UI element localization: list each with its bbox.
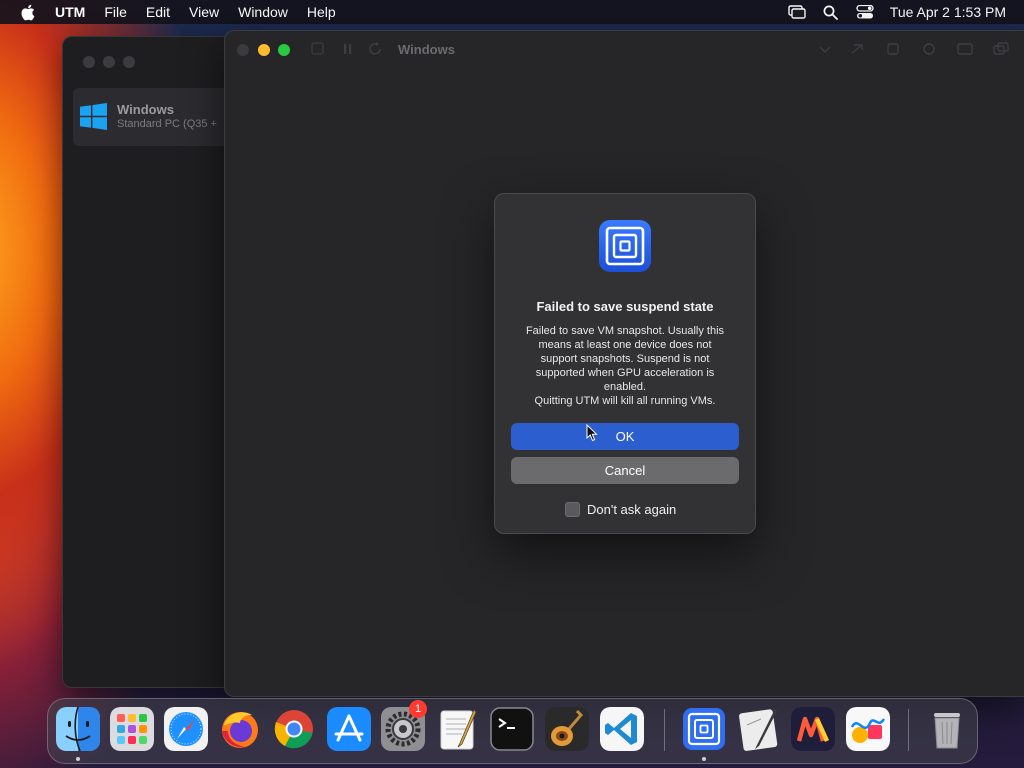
resize-display-icon[interactable] bbox=[957, 42, 973, 56]
cancel-button[interactable]: Cancel bbox=[511, 457, 739, 484]
window-title: Windows bbox=[398, 42, 455, 57]
minimize-button[interactable] bbox=[103, 56, 115, 68]
terminal-icon[interactable] bbox=[490, 707, 534, 751]
safari-icon[interactable] bbox=[164, 707, 208, 751]
windows-list-icon[interactable] bbox=[993, 42, 1009, 56]
trash-icon[interactable] bbox=[925, 707, 969, 751]
mouse-cursor-icon bbox=[586, 424, 598, 442]
dont-ask-again-label: Don't ask again bbox=[587, 502, 677, 517]
screen-mirroring-icon[interactable] bbox=[786, 0, 808, 24]
dont-ask-again-option[interactable]: Don't ask again bbox=[565, 502, 676, 517]
textedit-icon[interactable] bbox=[436, 707, 480, 751]
spotlight-search-icon[interactable] bbox=[820, 0, 842, 24]
vm-list-item[interactable]: Windows Standard PC (Q35 + bbox=[73, 88, 233, 146]
dialog-message-line: means at least one device does not bbox=[538, 339, 712, 351]
running-indicator bbox=[702, 757, 706, 761]
windows-logo-icon bbox=[80, 103, 107, 130]
firefox-icon[interactable] bbox=[218, 707, 262, 751]
launchpad-icon[interactable] bbox=[110, 707, 154, 751]
alert-dialog: Failed to save suspend state Failed to s… bbox=[494, 193, 756, 534]
notification-badge: 1 bbox=[409, 700, 427, 718]
script-editor-icon[interactable] bbox=[737, 707, 781, 751]
menu-file[interactable]: File bbox=[104, 4, 127, 20]
menu-clock[interactable]: Tue Apr 2 1:53 PM bbox=[890, 4, 1006, 20]
control-center-icon[interactable] bbox=[854, 0, 876, 24]
dock-separator bbox=[664, 709, 665, 751]
minimize-button[interactable] bbox=[258, 44, 270, 56]
vscode-icon[interactable] bbox=[600, 707, 644, 751]
pause-icon[interactable] bbox=[340, 42, 356, 56]
shared-folder-icon[interactable] bbox=[921, 42, 937, 56]
window-titlebar: Windows bbox=[225, 31, 1024, 69]
restart-icon[interactable] bbox=[368, 42, 384, 56]
vm-subtitle: Standard PC (Q35 + bbox=[117, 118, 217, 130]
app-store-icon[interactable] bbox=[327, 707, 371, 751]
dialog-message: Failed to save VM snapshot. Usually this… bbox=[513, 324, 737, 408]
miro-icon[interactable] bbox=[791, 707, 835, 751]
close-button[interactable] bbox=[83, 56, 95, 68]
menu-window[interactable]: Window bbox=[238, 4, 288, 20]
utm-app-icon bbox=[599, 220, 651, 272]
capture-input-icon[interactable] bbox=[817, 42, 833, 56]
dialog-message-line: Failed to save VM snapshot. Usually this bbox=[525, 325, 725, 337]
vm-name: Windows bbox=[117, 102, 174, 117]
zoom-button[interactable] bbox=[123, 56, 135, 68]
usb-icon[interactable] bbox=[849, 42, 865, 56]
dialog-message-line: Quitting UTM will kill all running VMs. bbox=[534, 395, 716, 407]
chrome-icon[interactable] bbox=[272, 707, 316, 751]
utm-icon[interactable] bbox=[682, 707, 726, 751]
finder-icon[interactable] bbox=[56, 707, 100, 751]
menu-view[interactable]: View bbox=[189, 4, 219, 20]
apple-menu-icon[interactable] bbox=[19, 4, 35, 20]
menu-app-name[interactable]: UTM bbox=[55, 4, 85, 20]
dialog-message-line: supported when GPU acceleration is bbox=[535, 367, 715, 379]
vm-library-window: Windows Standard PC (Q35 + bbox=[62, 36, 234, 688]
close-button[interactable] bbox=[237, 44, 249, 56]
ok-button[interactable]: OK bbox=[511, 423, 739, 450]
dialog-title: Failed to save suspend state bbox=[536, 299, 714, 314]
stop-icon[interactable] bbox=[310, 42, 326, 56]
running-indicator bbox=[76, 757, 80, 761]
drive-icon[interactable] bbox=[885, 42, 901, 56]
zoom-button[interactable] bbox=[278, 44, 290, 56]
dock: 1 bbox=[47, 698, 978, 764]
freeform-icon[interactable] bbox=[846, 707, 890, 751]
dock-separator bbox=[908, 709, 909, 751]
dialog-message-line: enabled. bbox=[603, 381, 647, 393]
menu-help[interactable]: Help bbox=[307, 4, 336, 20]
garageband-icon[interactable] bbox=[545, 707, 589, 751]
dont-ask-again-checkbox[interactable] bbox=[565, 502, 580, 517]
menu-edit[interactable]: Edit bbox=[146, 4, 170, 20]
system-settings-icon[interactable]: 1 bbox=[381, 700, 427, 751]
dialog-message-line: support snapshots. Suspend is not bbox=[540, 353, 710, 365]
menu-bar: UTM File Edit View Window Help Tue Apr 2… bbox=[0, 0, 1024, 24]
